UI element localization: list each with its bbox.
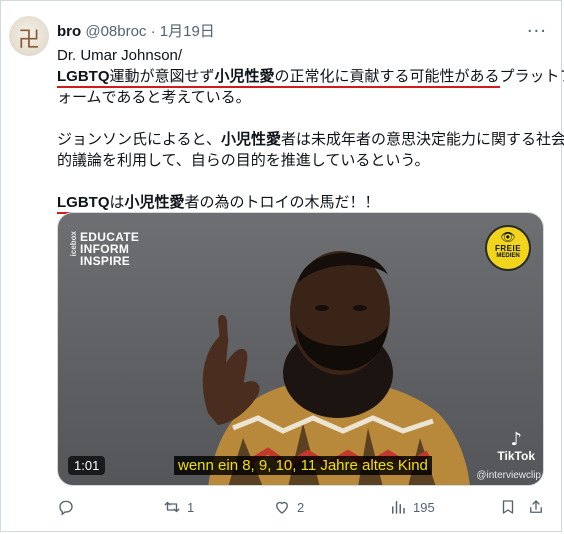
video-duration: 1:01 bbox=[68, 456, 106, 475]
tweet-text: Dr. Umar Johnson/ LGBTQ運動が意図せず小児性愛の正常化に貢… bbox=[57, 45, 564, 214]
views-icon bbox=[392, 501, 405, 514]
text-fragment: 者は未成年者の意思決定能力に関する社会 bbox=[280, 131, 564, 148]
tweet-header: bro @08broc · 1月19日 bbox=[57, 23, 215, 41]
freie-medien-logo: 👁 FREIE MEDIEN bbox=[485, 225, 531, 271]
views-count: 195 bbox=[413, 499, 435, 515]
tweet-card: 卍 bro @08broc · 1月19日 ··· Dr. Umar Johns… bbox=[0, 0, 564, 532]
keyword: 小児性愛 bbox=[220, 131, 281, 148]
stick-figure-avatar-icon: 卍 bbox=[18, 28, 41, 53]
brand-watermark: icebox EDUCATE INFORM INSPIRE bbox=[69, 231, 139, 268]
video-subtitle: wenn ein 8, 9, 10, 11 Jahre altes Kind bbox=[174, 456, 432, 475]
lgbtq-keyword: LGBTQ bbox=[57, 194, 110, 211]
retweet-icon bbox=[164, 501, 180, 513]
author-avatar[interactable]: 卍 bbox=[9, 16, 49, 56]
heart-icon bbox=[276, 501, 288, 514]
tiktok-label: TikTok bbox=[497, 449, 535, 463]
text-fragment: ジョンソン氏によると、 bbox=[57, 131, 221, 148]
brand-line-3: INSPIRE bbox=[80, 254, 131, 268]
lgbtq-keyword: LGBTQ bbox=[57, 68, 110, 85]
text-fragment: は bbox=[109, 194, 125, 211]
video-player[interactable]: icebox EDUCATE INFORM INSPIRE 👁 FREIE ME… bbox=[57, 212, 544, 486]
keyword: 小児性愛 bbox=[214, 68, 275, 85]
author-name[interactable]: bro bbox=[57, 23, 81, 40]
text-fragment: の正常化に貢献する可能性がある bbox=[274, 68, 500, 85]
text-fragment: 者の為のトロイの木馬だ！！ bbox=[184, 194, 380, 211]
brand-small-label: icebox bbox=[69, 231, 78, 257]
share-icon bbox=[530, 500, 542, 513]
badge-line-1: FREIE bbox=[494, 244, 522, 253]
tiktok-icon: ♪ bbox=[510, 429, 522, 450]
share-button[interactable] bbox=[527, 498, 545, 516]
tiktok-username: @interviewclip bbox=[476, 470, 541, 481]
text-fragment: 運動が意図せず bbox=[109, 68, 215, 85]
text-line-5: 的議論を利用して、自らの目的を推進しているという。 bbox=[57, 152, 430, 169]
author-handle[interactable]: @08broc bbox=[85, 23, 146, 40]
views-button[interactable]: 195 bbox=[389, 498, 435, 516]
more-options-icon[interactable]: ··· bbox=[527, 21, 547, 42]
text-line-6: LGBTQは小児性愛者の為のトロイの木馬だ！！ bbox=[57, 192, 551, 214]
keyword: 小児性愛 bbox=[124, 194, 185, 211]
tweet-actions-bar: 1 2 195 bbox=[57, 498, 547, 522]
text-fragment: プラットフ bbox=[499, 68, 564, 85]
eye-icon: 👁 bbox=[500, 230, 516, 244]
like-count: 2 bbox=[297, 499, 305, 515]
text-line-2: LGBTQ運動が意図せず小児性愛の正常化に貢献する可能性があるプラットフ bbox=[57, 66, 564, 88]
reply-button[interactable] bbox=[57, 498, 81, 516]
retweet-count: 1 bbox=[187, 499, 195, 515]
reply-icon bbox=[59, 500, 73, 516]
text-line-4: ジョンソン氏によると、小児性愛者は未成年者の意思決定能力に関する社会 bbox=[57, 129, 564, 150]
like-button[interactable]: 2 bbox=[273, 498, 304, 516]
badge-line-2: MEDIEN bbox=[496, 253, 520, 259]
tweet-date[interactable]: 1月19日 bbox=[160, 23, 215, 40]
bookmark-button[interactable] bbox=[499, 498, 517, 516]
retweet-button[interactable]: 1 bbox=[163, 498, 194, 516]
text-line-1: Dr. Umar Johnson/ bbox=[57, 47, 183, 64]
bookmark-icon bbox=[502, 500, 514, 514]
tiktok-watermark: ♪ TikTok bbox=[497, 429, 535, 464]
header-separator: · bbox=[150, 23, 156, 40]
text-line-3: ォームであると考えている。 bbox=[57, 89, 251, 106]
